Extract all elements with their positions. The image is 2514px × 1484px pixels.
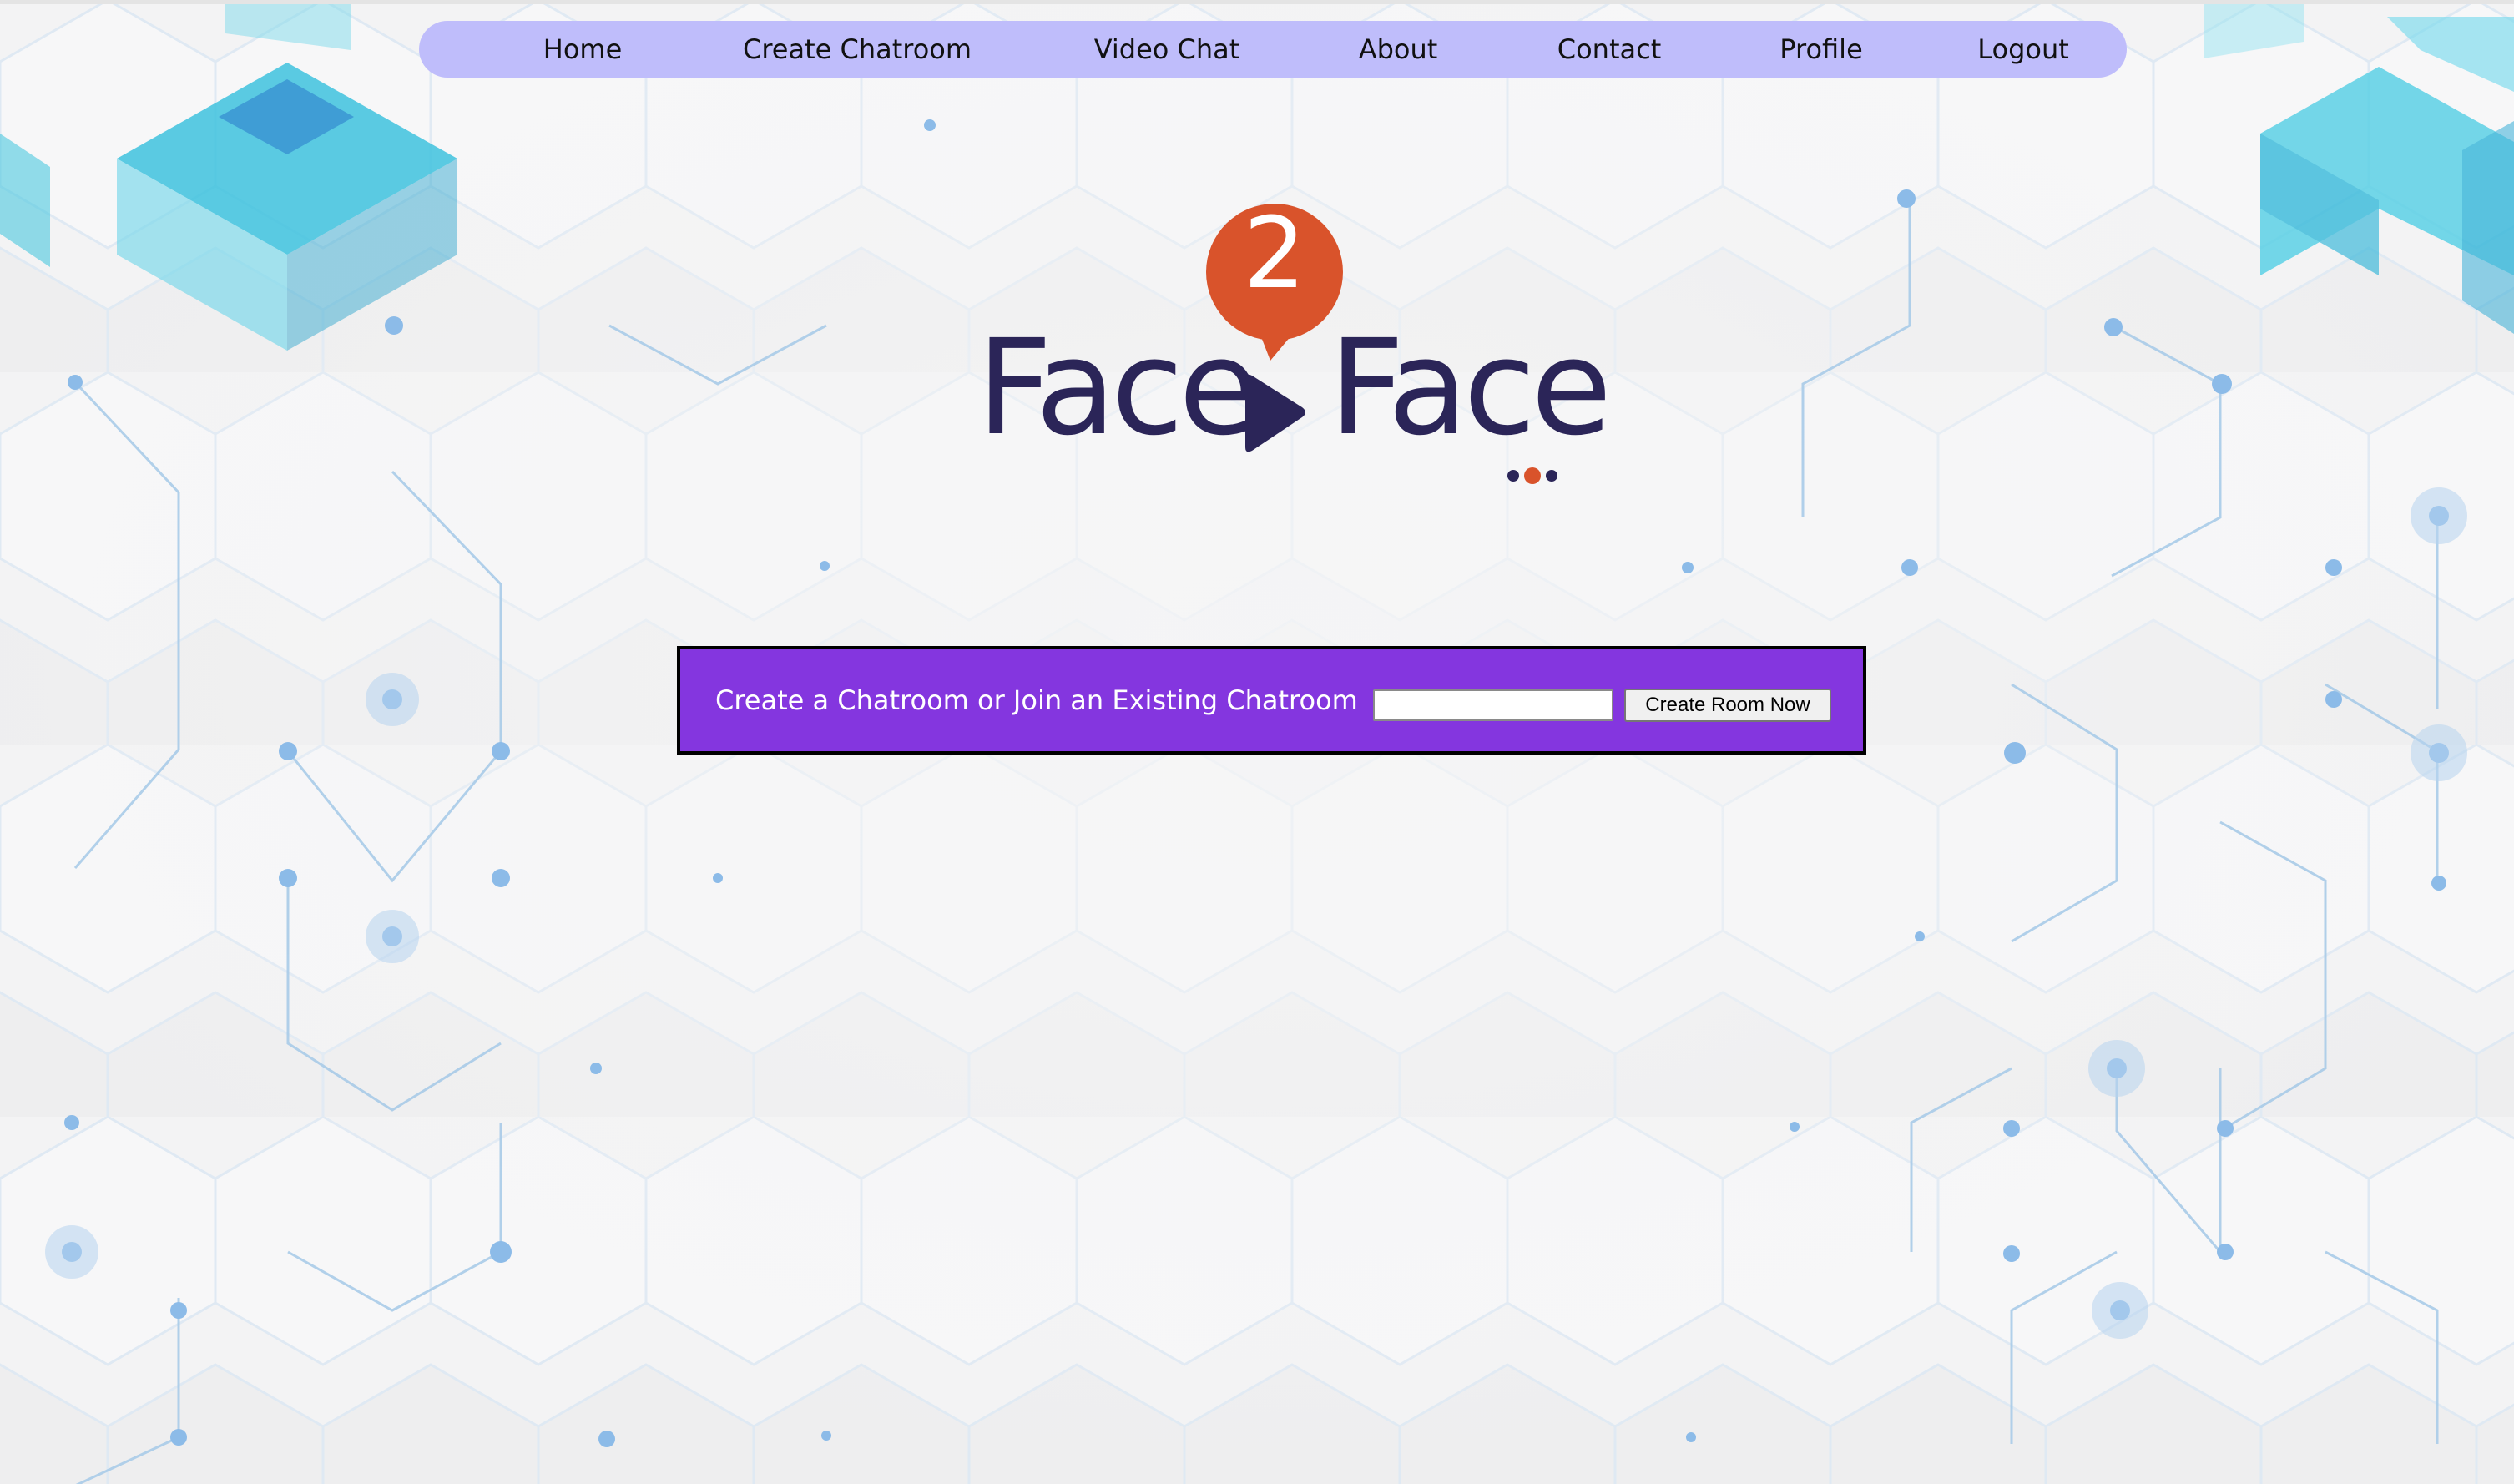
dots-icon — [1507, 467, 1557, 484]
create-room-label: Create a Chatroom or Join an Existing Ch… — [715, 684, 1358, 716]
nav-contact-link[interactable]: Contact — [1557, 21, 1662, 78]
nav-logout-link[interactable]: Logout — [1977, 21, 2069, 78]
top-navigation-bar: Home Create Chatroom Video Chat About Co… — [419, 21, 2127, 78]
logo-word-right: Face — [1329, 311, 1612, 465]
nav-create-chatroom-link[interactable]: Create Chatroom — [743, 21, 972, 78]
play-icon — [1245, 374, 1305, 452]
nav-video-chat-link[interactable]: Video Chat — [1094, 21, 1240, 78]
nav-profile-link[interactable]: Profile — [1779, 21, 1863, 78]
face2face-logo: 2 Face Face — [968, 195, 1612, 497]
create-room-panel: Create a Chatroom or Join an Existing Ch… — [677, 646, 1866, 755]
logo-word-left: Face — [977, 311, 1260, 465]
nav-about-link[interactable]: About — [1359, 21, 1438, 78]
logo-badge-number: 2 — [1243, 195, 1306, 310]
nav-home-link[interactable]: Home — [543, 21, 623, 78]
create-room-button[interactable]: Create Room Now — [1624, 689, 1831, 722]
room-name-input[interactable] — [1373, 689, 1613, 721]
